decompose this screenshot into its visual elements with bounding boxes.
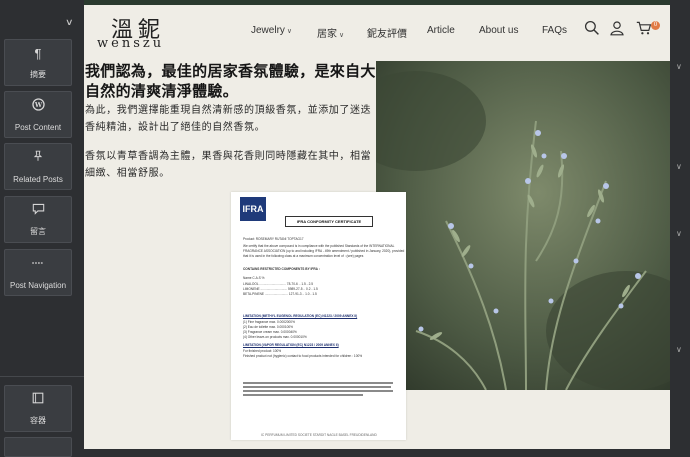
widget-post-navigation[interactable]: Post Navigation xyxy=(4,249,72,296)
rosemary-photo xyxy=(376,61,670,390)
chevron-down-icon[interactable]: ∨ xyxy=(676,229,682,238)
site-preview: 溫鈮 wenszu Jewelry ∨ 居家 ∨ 鈮友評價 Article Abou… xyxy=(84,0,670,449)
cart-count-badge: 0 xyxy=(651,21,660,30)
certificate-title: IFRA CONFORMITY CERTIFICATE xyxy=(285,216,373,227)
widget-post-content[interactable]: W Post Content xyxy=(4,91,72,138)
widget-label: Post Content xyxy=(14,123,62,132)
widget-label: Post Navigation xyxy=(9,281,67,290)
widget-container[interactable]: 容器 xyxy=(4,385,72,432)
widget-next[interactable] xyxy=(4,437,72,457)
hero-paragraph-1: 為此，我們選擇能重現自然清新感的頂級香氛，並添加了迷迭香純精油，設計出了絕佳的自… xyxy=(85,105,372,133)
ifra-certificate[interactable]: IFRA IFRA CONFORMITY CERTIFICATE Product… xyxy=(231,192,406,440)
certificate-text: (3) Fragrance cream max. 0.000040% xyxy=(243,330,297,334)
chevron-down-icon: ∨ xyxy=(339,32,345,39)
certificate-row: LINALOOL .............................. … xyxy=(243,282,314,286)
nav-label: 居家 xyxy=(317,29,337,40)
nav-label: 鈮友評價 xyxy=(367,29,407,40)
nav-label: About us xyxy=(479,25,519,36)
cart-icon[interactable] xyxy=(636,20,652,36)
user-icon[interactable] xyxy=(609,20,625,36)
nav-reviews[interactable]: 鈮友評價 xyxy=(367,25,407,40)
nav-label: Jewelry xyxy=(251,25,285,36)
ifra-logo: IFRA xyxy=(240,197,266,221)
nav-label: FAQs xyxy=(542,25,568,36)
widget-excerpt[interactable]: ¶ 摘要 xyxy=(4,39,72,86)
widget-label: Related Posts xyxy=(13,175,63,184)
certificate-footer: IC PERFUMUM LIMITED SOCIETE STARDIT NAGL… xyxy=(261,433,377,437)
certificate-product: Product: ROSEMARY RUTANI TOPTAG17 xyxy=(243,237,304,241)
navigation-icon xyxy=(5,256,71,272)
certificate-text: Finished product not (hygienic) contact … xyxy=(243,354,363,358)
certificate-text: We certify that the above compound is in… xyxy=(243,244,395,248)
widget-label: 容器 xyxy=(30,416,46,425)
certificate-section-title: LIMITATION (VAPOR REGULATION (EC) N1223 … xyxy=(243,343,339,347)
certificate-table-header: Name C.A.S % xyxy=(243,276,265,280)
chevron-down-icon[interactable]: ∨ xyxy=(676,62,682,71)
paragraph-icon: ¶ xyxy=(34,46,42,61)
widget-label: 摘要 xyxy=(30,70,46,79)
chevron-down-icon: ∨ xyxy=(286,28,293,35)
certificate-text: CONTAINS RESTRICTED COMPONENTS BY IFRA : xyxy=(243,267,320,271)
nav-faqs[interactable]: FAQs xyxy=(542,25,567,36)
nav-about[interactable]: About us xyxy=(479,25,518,36)
chevron-down-icon[interactable]: ∨ xyxy=(676,162,682,171)
logo-english: wenszu xyxy=(97,36,165,51)
search-icon[interactable] xyxy=(584,20,600,36)
widget-panel: ∨ ¶ 摘要 W Post Content Related Posts 留言 P… xyxy=(0,0,84,457)
hero-paragraph-2: 香氛以青草香調為主體，果香與花香則同時隱藏在其中，相當細緻、相當舒服。 xyxy=(85,151,372,179)
nav-label: Article xyxy=(427,25,455,36)
widget-related-posts[interactable]: Related Posts xyxy=(4,143,72,190)
certificate-fineprint xyxy=(243,390,393,392)
certificate-text: For finished product: 100% xyxy=(243,349,282,353)
top-bar xyxy=(84,0,670,5)
container-icon xyxy=(5,392,71,408)
editor-right-strip: ∨ ∨ ∨ ∨ xyxy=(670,0,690,449)
chevron-down-icon[interactable]: ∨ xyxy=(65,17,74,28)
certificate-text: (2) Eau de toilette max. 0.000100% xyxy=(243,325,293,329)
widget-comments[interactable]: 留言 xyxy=(4,196,72,243)
certificate-section-title: LIMITATION (METHYL EUGENOL REGULATION (E… xyxy=(243,314,358,318)
certificate-text: (1) Fine fragrance max. 0.0002000% xyxy=(243,320,295,324)
certificate-row: BETA-PINENE .......................... 1… xyxy=(243,292,317,296)
certificate-text: FRAGRANCE ASSOCIATION (up to and includi… xyxy=(243,249,405,253)
chevron-down-icon[interactable]: ∨ xyxy=(676,345,682,354)
hero-title: 我們認為，最佳的居家香氛體驗，是來自大自然的清爽清淨體驗。 xyxy=(85,63,376,100)
svg-text:W: W xyxy=(33,101,42,109)
certificate-fineprint xyxy=(243,386,391,388)
nav-article[interactable]: Article xyxy=(427,25,455,36)
certificate-row: LIMONENE .............................. … xyxy=(243,287,318,291)
nav-jewelry[interactable]: Jewelry ∨ xyxy=(251,25,292,36)
comment-icon xyxy=(5,203,71,219)
certificate-text: that it is used in the following class a… xyxy=(243,254,364,258)
certificate-fineprint xyxy=(243,382,393,384)
nav-home[interactable]: 居家 ∨ xyxy=(317,25,344,40)
widget-label: 留言 xyxy=(30,227,46,236)
certificate-text: (4) Other leave-on products max. 0.00001… xyxy=(243,335,307,339)
certificate-fineprint xyxy=(243,394,363,396)
wordpress-icon: W xyxy=(5,98,71,115)
pin-icon xyxy=(5,150,71,166)
panel-divider xyxy=(0,376,84,377)
